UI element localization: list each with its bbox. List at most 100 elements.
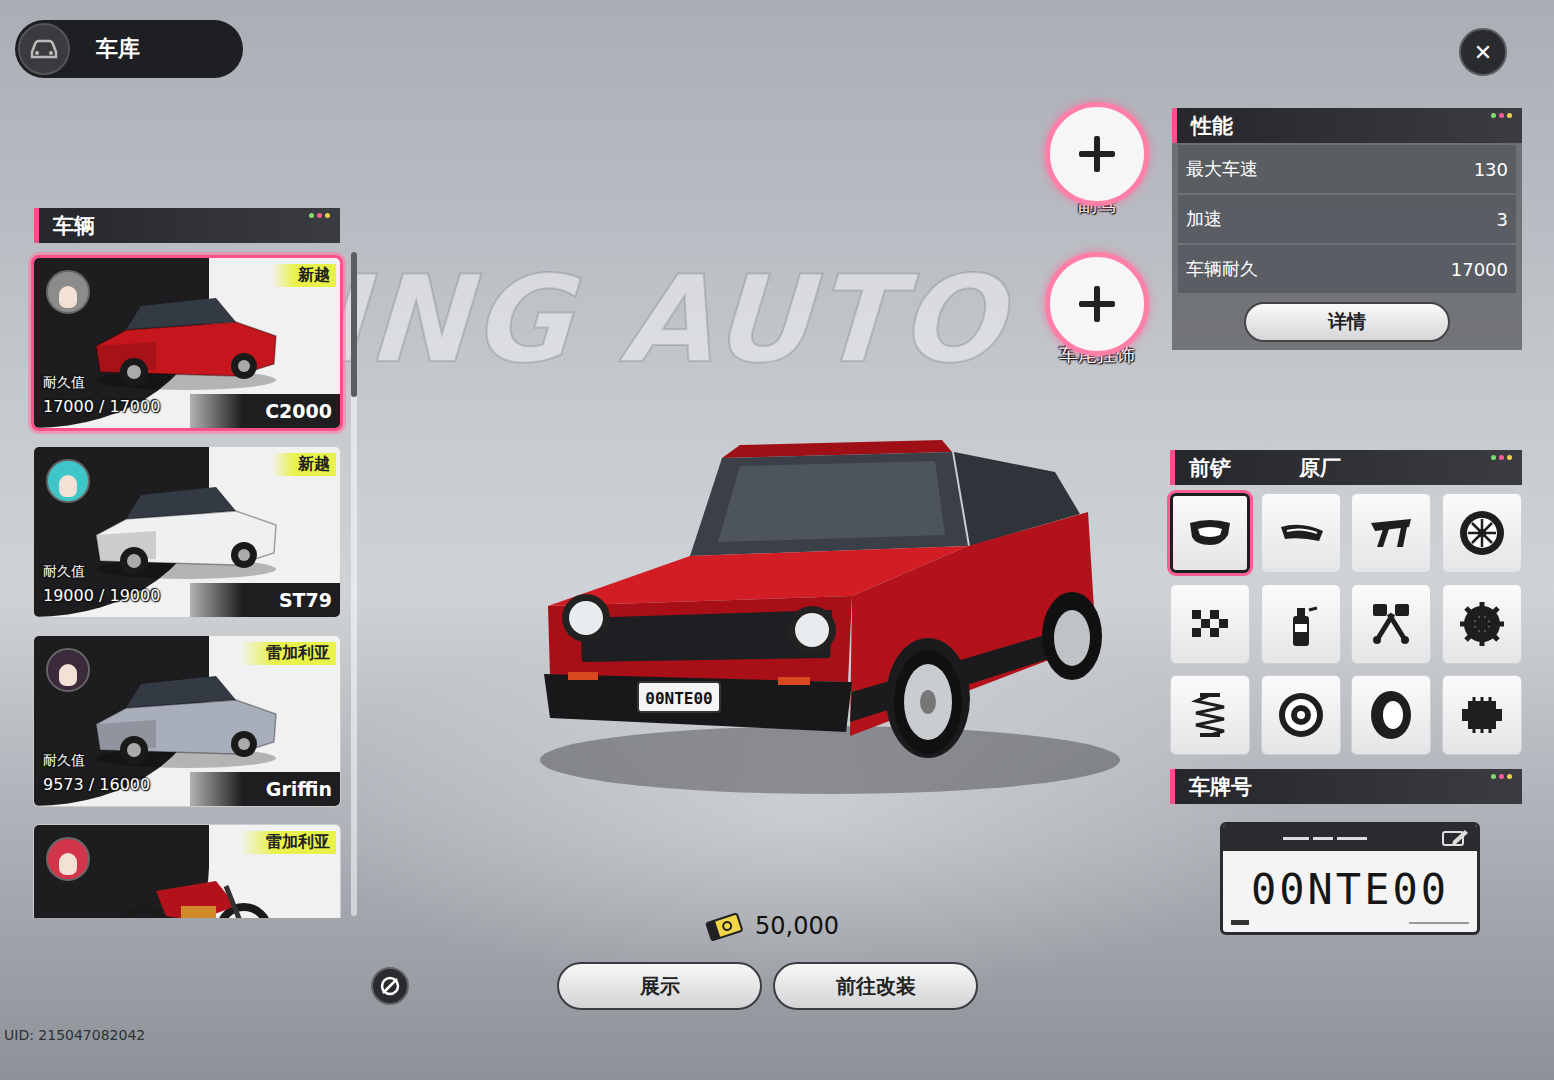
part-icon bbox=[1363, 596, 1419, 652]
part-icon bbox=[1454, 505, 1510, 561]
vehicle-name-bar: ST79 bbox=[190, 583, 340, 617]
stat-label: 最大车速 bbox=[1186, 157, 1258, 181]
owner-avatar-icon bbox=[46, 837, 90, 881]
car-thumbnail bbox=[86, 284, 286, 394]
part-icon bbox=[1273, 505, 1329, 561]
part-icon bbox=[1182, 505, 1238, 561]
stat-value: 3 bbox=[1497, 209, 1508, 230]
watermark-text: ING AUTO bbox=[323, 250, 1024, 389]
garage-title: 车库 bbox=[96, 34, 140, 64]
part-icon bbox=[1182, 687, 1238, 743]
part-icon bbox=[1363, 505, 1419, 561]
part-tile[interactable] bbox=[1442, 675, 1522, 755]
part-tile[interactable] bbox=[1351, 584, 1431, 664]
add-slot-button[interactable] bbox=[1045, 102, 1149, 206]
vehicle-list[interactable]: 新越耐久值17000 / 17000C2000新越耐久值19000 / 1900… bbox=[28, 252, 346, 918]
vehicle-name: Griffin bbox=[266, 778, 332, 800]
part-icon bbox=[1363, 687, 1419, 743]
durability-label: 耐久值 bbox=[43, 752, 85, 770]
owner-avatar-icon bbox=[46, 459, 90, 503]
part-tile[interactable] bbox=[1261, 584, 1341, 664]
uid-text: UID: 215047082042 bbox=[4, 1027, 145, 1043]
car-model[interactable]: 00NTE00 bbox=[540, 430, 1120, 800]
part-tile[interactable] bbox=[1442, 493, 1522, 573]
part-icon bbox=[1273, 687, 1329, 743]
stat-value: 17000 bbox=[1451, 259, 1508, 280]
vehicle-name-bar: C2000 bbox=[190, 394, 340, 428]
list-scrollbar[interactable] bbox=[351, 252, 357, 916]
details-button[interactable]: 详情 bbox=[1244, 302, 1450, 342]
plate-number: 00NTE00 bbox=[1223, 851, 1477, 920]
hide-ui-icon[interactable] bbox=[371, 967, 409, 1005]
stat-value: 130 bbox=[1474, 159, 1508, 180]
currency-amount: 50,000 bbox=[755, 912, 839, 940]
part-tile[interactable] bbox=[1170, 675, 1250, 755]
part-icon bbox=[1454, 596, 1510, 652]
durability-label: 耐久值 bbox=[43, 374, 85, 392]
show-button[interactable]: 展示 bbox=[557, 962, 762, 1010]
durability-value: 17000 / 17000 bbox=[43, 397, 160, 416]
parts-header: 前铲 原厂 bbox=[1170, 450, 1522, 485]
stat-row: 车辆耐久 17000 bbox=[1178, 245, 1516, 293]
owner-avatar-icon bbox=[46, 270, 90, 314]
slot[interactable]: 车尾挂饰 bbox=[1045, 252, 1149, 368]
vehicle-card[interactable]: 新越耐久值 17000 / 17000 C2000 bbox=[34, 258, 340, 428]
slot[interactable]: 副驾 bbox=[1045, 102, 1149, 218]
performance: 性能 bbox=[1191, 112, 1233, 140]
brand-tag: 雷加利亚 bbox=[240, 831, 336, 854]
decor-dots bbox=[309, 213, 330, 218]
brand-tag: 新越 bbox=[272, 453, 336, 476]
part-icon bbox=[1454, 687, 1510, 743]
vehicle-card[interactable]: 雷加利亚耐久值 9573 / 16000 Griffin bbox=[34, 636, 340, 806]
part-tile[interactable] bbox=[1170, 584, 1250, 664]
plate-header: 车牌号 bbox=[1170, 769, 1522, 804]
stat-row: 最大车速 130 bbox=[1178, 145, 1516, 193]
stat-label: 加速 bbox=[1186, 207, 1222, 231]
vehicle-name-bar: Griffin bbox=[190, 772, 340, 806]
vehicles: 车辆 bbox=[53, 212, 95, 240]
durability-label: 耐久值 bbox=[43, 563, 85, 581]
modify-button[interactable]: 前往改装 bbox=[773, 962, 978, 1010]
vehicles-header: 车辆 bbox=[34, 208, 340, 243]
stat-label: 车辆耐久 bbox=[1186, 257, 1258, 281]
car-thumbnail bbox=[86, 473, 286, 583]
vehicle-card[interactable]: 新越耐久值 19000 / 19000 ST79 bbox=[34, 447, 340, 617]
currency: 50,000 bbox=[703, 908, 839, 944]
performance-panel: 性能最大车速 130 加速 3 车辆耐久 17000 详情 bbox=[1172, 108, 1522, 350]
durability-value: 9573 / 16000 bbox=[43, 775, 150, 794]
decor-dots bbox=[1491, 774, 1512, 779]
plate: 车牌号 bbox=[1189, 773, 1252, 801]
part-tile[interactable] bbox=[1261, 675, 1341, 755]
part-icon bbox=[1182, 596, 1238, 652]
license-plate[interactable]: 00NTE00 bbox=[1220, 822, 1480, 935]
part-icon bbox=[1273, 596, 1329, 652]
owner-avatar-icon bbox=[46, 648, 90, 692]
parts: 前铲 bbox=[1189, 454, 1231, 482]
durability-value: 19000 / 19000 bbox=[43, 586, 160, 605]
parts-grid bbox=[1170, 493, 1522, 755]
motorcycle-thumbnail bbox=[86, 851, 286, 918]
garage-badge: 车库 bbox=[15, 20, 243, 78]
part-tile[interactable] bbox=[1261, 493, 1341, 573]
close-button[interactable]: ✕ bbox=[1459, 28, 1507, 76]
performance-header: 性能 bbox=[1172, 108, 1522, 143]
brand-tag: 雷加利亚 bbox=[240, 642, 336, 665]
car-thumbnail bbox=[86, 662, 286, 772]
brand-tag: 新越 bbox=[272, 264, 336, 287]
decor-dots bbox=[1491, 113, 1512, 118]
vehicle-name: ST79 bbox=[279, 589, 332, 611]
part-tile[interactable] bbox=[1170, 493, 1250, 573]
part-tile[interactable] bbox=[1442, 584, 1522, 664]
vehicle-card[interactable]: 雷加利亚 bbox=[34, 825, 340, 918]
vehicle-name: C2000 bbox=[265, 400, 332, 422]
add-slot-button[interactable] bbox=[1045, 252, 1149, 356]
part-value: 原厂 bbox=[1299, 454, 1341, 482]
decor-dots bbox=[1491, 455, 1512, 460]
garage-icon bbox=[18, 23, 70, 75]
car-plate-text: 00NTE00 bbox=[645, 689, 712, 708]
edit-icon[interactable] bbox=[1441, 828, 1469, 848]
ticket-icon bbox=[703, 911, 745, 941]
part-tile[interactable] bbox=[1351, 493, 1431, 573]
part-tile[interactable] bbox=[1351, 675, 1431, 755]
stat-row: 加速 3 bbox=[1178, 195, 1516, 243]
